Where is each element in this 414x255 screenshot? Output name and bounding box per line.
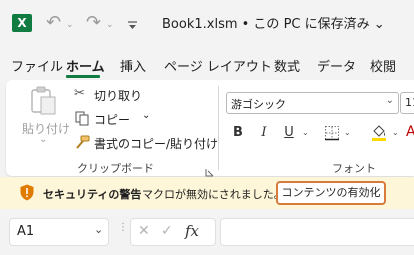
tab-home[interactable]: ホーム [66,56,105,75]
enable-content-button[interactable]: コンテンツの有効化 [276,181,386,205]
excel-logo-icon: X [12,14,32,32]
fill-color-dropdown-icon[interactable]: ⌄ [392,128,399,137]
font-color-icon[interactable]: A [406,124,414,140]
insert-function-icon[interactable]: fx [185,222,199,240]
font-name-combobox[interactable]: 游ゴシック ⌄ [226,92,399,114]
borders-button[interactable] [324,125,340,141]
cancel-icon[interactable]: ✕ [138,223,150,239]
splitter-handle[interactable]: ⋮ [118,223,128,238]
scissors-icon: ✂ [74,86,85,101]
copy-button[interactable]: コピー ⌄ [74,110,174,128]
underline-button[interactable]: U [280,124,298,142]
underline-dropdown-icon[interactable]: ⌄ [302,128,309,137]
redo-dropdown-icon[interactable]: ⌄ [106,12,114,38]
copy-label: コピー [94,113,131,127]
font-size-value: 11 [405,96,414,109]
bold-button[interactable]: B [229,124,247,142]
name-box-dropdown-icon[interactable]: ⌄ [94,223,103,236]
title-bar: X ↶ ⌄ ↷ ⌄ Book1.xlsm • この PC に保存済み ⌄ [0,0,414,46]
format-painter-button[interactable]: 書式のコピー/貼り付け [74,134,218,152]
italic-button[interactable]: I [255,124,273,142]
formula-bar: A1 ⌄ ⋮ ✕ ✓ fx [0,210,414,255]
cut-button[interactable]: ✂ 切り取り [74,86,174,104]
redo-icon[interactable]: ↷ [86,10,101,36]
shield-warning-icon [20,184,34,201]
format-painter-label: 書式のコピー/貼り付け [94,137,219,151]
paste-button[interactable]: 貼り付け ⌄ [22,86,70,146]
fill-color-button[interactable] [371,124,387,142]
formula-buttons: ✕ ✓ fx [130,218,216,246]
formula-input[interactable] [220,218,414,246]
borders-icon [325,126,339,141]
ribbon: 貼り付け ⌄ ✂ 切り取り コピー ⌄ 書式のコピー/貼り付け クリップボード … [6,80,414,177]
borders-dropdown-icon[interactable]: ⌄ [344,128,351,137]
active-tab-indicator [66,75,100,78]
font-name-dropdown-icon[interactable]: ⌄ [386,95,394,106]
security-warning-text: マクロが無効にされました。 [142,188,285,201]
tab-page-layout[interactable]: ページ レイアウト [164,56,272,75]
group-separator [218,86,219,170]
enter-icon[interactable]: ✓ [161,223,173,239]
clipboard-group-label: クリップボード [77,162,154,175]
tab-insert[interactable]: 挿入 [120,56,146,75]
copy-icon [75,111,89,126]
paintbrush-icon [76,135,90,149]
paste-dropdown-icon[interactable]: ⌄ [39,134,47,145]
tab-review[interactable]: 校閲 [370,56,396,75]
document-title[interactable]: Book1.xlsm • この PC に保存済み ⌄ [162,13,385,32]
tab-formulas[interactable]: 数式 [274,56,300,75]
security-warning-title: セキュリティの警告 [43,188,142,201]
fill-color-icon [372,125,386,141]
customize-qat-icon[interactable] [128,16,137,35]
paste-icon [31,86,56,115]
tab-file[interactable]: ファイル [11,56,63,75]
font-group-label: フォント [332,162,376,175]
security-warning-bar: セキュリティの警告 マクロが無効にされました。 コンテンツの有効化 [0,177,414,209]
font-size-combobox[interactable]: 11 [400,92,414,114]
name-box-value: A1 [17,224,35,239]
copy-dropdown-icon[interactable]: ⌄ [142,110,150,121]
undo-dropdown-icon[interactable]: ⌄ [66,12,74,38]
cut-label: 切り取り [94,89,143,103]
undo-icon[interactable]: ↶ [46,10,61,36]
ribbon-tabs: ファイル ホーム 挿入 ページ レイアウト 数式 データ 校閲 [0,50,414,78]
font-name-value: 游ゴシック [231,98,286,111]
clipboard-launcher-icon[interactable] [205,162,214,177]
tab-data[interactable]: データ [317,56,356,75]
name-box[interactable]: A1 ⌄ [9,218,109,246]
